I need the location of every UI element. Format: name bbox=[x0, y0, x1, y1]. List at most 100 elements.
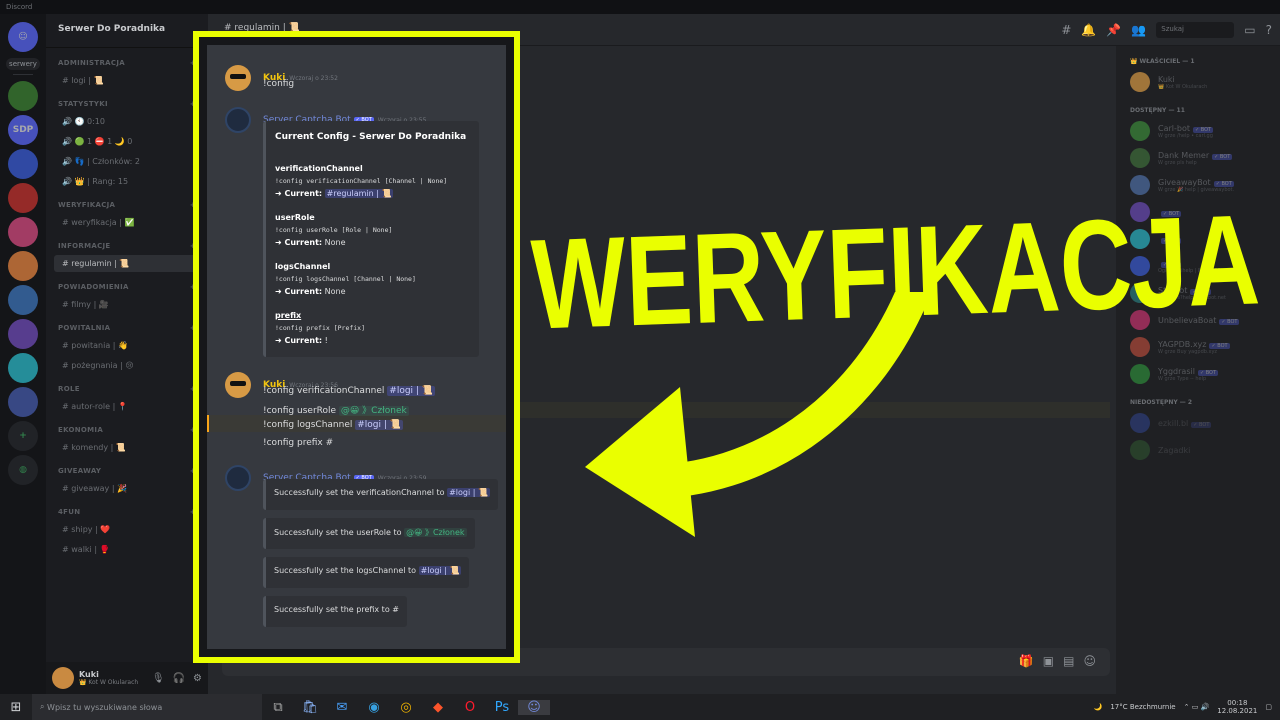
server-icon[interactable] bbox=[8, 183, 38, 213]
current-value: ! bbox=[324, 336, 328, 345]
server-icon[interactable] bbox=[8, 319, 38, 349]
channel-category[interactable]: STATYSTYKI+ bbox=[46, 100, 208, 110]
server-icon[interactable] bbox=[8, 387, 38, 417]
channel-item[interactable]: # komendy | 📜 bbox=[46, 439, 208, 456]
channel-category[interactable]: GIVEAWAY+ bbox=[46, 467, 208, 477]
clock-date[interactable]: 12.08.2021 bbox=[1217, 707, 1257, 715]
discord-taskbar-icon[interactable]: ☺ bbox=[518, 699, 550, 715]
opera-icon[interactable]: O bbox=[454, 700, 486, 715]
channel-item[interactable]: # autor-role | 📍 bbox=[46, 398, 208, 415]
member-category: NIEDOSTĘPNY — 2 bbox=[1130, 399, 1193, 406]
emoji-icon[interactable]: ☺ bbox=[1083, 654, 1096, 668]
member-item[interactable]: Dank Memer ✓ BOT W grze pls help bbox=[1116, 145, 1280, 171]
bell-icon[interactable]: 🔔 bbox=[1081, 23, 1096, 37]
weather-icon: 🌙 bbox=[1093, 703, 1103, 711]
discord-home-icon[interactable]: ☺ bbox=[8, 22, 38, 52]
server-icon[interactable] bbox=[8, 251, 38, 281]
windows-start-icon[interactable]: ⊞ bbox=[0, 700, 32, 715]
channel-item[interactable]: 🔊 👣 | Członków: 2 bbox=[46, 153, 208, 170]
channel-item[interactable]: # filmy | 🎥 bbox=[46, 296, 208, 313]
store-icon[interactable]: 🛍 bbox=[294, 700, 326, 715]
member-name: YAGPDB.xyz bbox=[1158, 339, 1207, 349]
channel-item[interactable]: 🔊 👑 | Rang: 15 bbox=[46, 173, 208, 190]
members-icon[interactable]: 👥 bbox=[1131, 23, 1146, 37]
channel-mention[interactable]: #logi | 📜 bbox=[355, 420, 403, 430]
gift-icon[interactable]: 🎁 bbox=[1019, 654, 1034, 668]
channel-item[interactable]: # weryfikacja | ✅ bbox=[46, 214, 208, 231]
channel-category[interactable]: EKONOMIA+ bbox=[46, 426, 208, 436]
channel-category[interactable]: POWITALNIA+ bbox=[46, 324, 208, 334]
field-command: !config verificationChannel [Channel | N… bbox=[275, 177, 448, 185]
avatar[interactable] bbox=[52, 667, 74, 689]
channel-mention[interactable]: #logi | 📜 bbox=[387, 386, 436, 396]
channel-item[interactable]: # logi | 📜 bbox=[46, 72, 208, 89]
bot-avatar[interactable] bbox=[225, 465, 251, 491]
search-input[interactable]: Szukaj bbox=[1156, 22, 1235, 38]
channel-item[interactable]: # walki | 🥊 bbox=[46, 541, 208, 558]
gear-icon[interactable]: ⚙ bbox=[193, 673, 202, 684]
task-view-icon[interactable]: ⧉ bbox=[262, 700, 294, 715]
channel-category[interactable]: POWIADOMIENIA+ bbox=[46, 283, 208, 293]
channel-item[interactable]: # giveaway | 🎉 bbox=[46, 480, 208, 497]
weather-text[interactable]: 17°C Bezchmurnie bbox=[1110, 703, 1175, 711]
add-server-icon[interactable]: + bbox=[8, 421, 38, 451]
server-name[interactable]: Serwer Do Poradnika bbox=[46, 14, 208, 48]
channel-item[interactable]: 🔊 🕙 0:10 bbox=[46, 113, 208, 130]
channel-category[interactable]: ADMINISTRACJA+ bbox=[46, 59, 208, 69]
channel-mention[interactable]: #logi | 📜 bbox=[447, 488, 490, 497]
brave-icon[interactable]: ◆ bbox=[422, 700, 454, 715]
avatar[interactable] bbox=[225, 65, 251, 91]
explore-icon[interactable]: ◍ bbox=[8, 455, 38, 485]
headphones-icon[interactable]: 🎧 bbox=[173, 673, 185, 684]
help-icon[interactable]: ? bbox=[1266, 23, 1272, 37]
channel-item[interactable]: 🔊 🟢 1 ⛔ 1 🌙 0 bbox=[46, 133, 208, 150]
member-name: Dank Memer bbox=[1158, 150, 1210, 160]
role-mention[interactable]: @😀 》Członek bbox=[338, 406, 409, 416]
avatar bbox=[1130, 440, 1150, 460]
channel-category[interactable]: INFORMACJE+ bbox=[46, 242, 208, 252]
category-name: GIVEAWAY bbox=[58, 467, 102, 475]
clock-time[interactable]: 00:18 bbox=[1217, 699, 1257, 707]
member-item[interactable]: Zagadki bbox=[1116, 437, 1280, 463]
server-icon[interactable] bbox=[8, 285, 38, 315]
current-value: None bbox=[324, 238, 346, 247]
edge-icon[interactable]: ◉ bbox=[358, 700, 390, 715]
gif-icon[interactable]: ▣ bbox=[1043, 654, 1054, 668]
sticker-icon[interactable]: ▤ bbox=[1063, 654, 1074, 668]
member-item[interactable]: Yggdrasil ✓ BOT W grze Type -- help bbox=[1116, 361, 1280, 387]
server-icon[interactable] bbox=[8, 353, 38, 383]
channel-category[interactable]: ROLE+ bbox=[46, 385, 208, 395]
member-item[interactable]: Carl-bot ✓ BOT W grze /help • carl.gg bbox=[1116, 118, 1280, 144]
channel-item[interactable]: # powitania | 👋 bbox=[46, 337, 208, 354]
server-icon-sdp[interactable]: SDP bbox=[8, 115, 38, 145]
field-name: logsChannel bbox=[275, 262, 331, 271]
channel-category[interactable]: 4FUN+ bbox=[46, 508, 208, 518]
channel-item[interactable]: # regulamin | 📜 bbox=[54, 255, 200, 272]
role-mention[interactable]: @😀 》Członek bbox=[404, 528, 467, 537]
microphone-icon[interactable]: 🎙 bbox=[152, 673, 165, 684]
taskbar-search[interactable]: ⌕ Wpisz tu wyszukiwane słowa bbox=[32, 694, 262, 720]
chrome-icon[interactable]: ◎ bbox=[390, 700, 422, 715]
server-icon[interactable] bbox=[8, 217, 38, 247]
inbox-icon[interactable]: ▭ bbox=[1244, 23, 1255, 37]
server-icon[interactable] bbox=[8, 81, 38, 111]
member-item[interactable]: ezkill.bl ✓ BOT bbox=[1116, 410, 1280, 436]
mail-icon[interactable]: ✉ bbox=[326, 700, 358, 715]
avatar[interactable] bbox=[225, 372, 251, 398]
channel-item[interactable]: # pożegnania | 😢 bbox=[46, 357, 208, 374]
tray-icons[interactable]: ⌃ ▭ 🔊 bbox=[1184, 703, 1210, 711]
channel-mention[interactable]: #logi | 📜 bbox=[418, 566, 462, 575]
channel-category[interactable]: WERYFIKACJA+ bbox=[46, 201, 208, 211]
notifications-icon[interactable]: ▢ bbox=[1265, 703, 1272, 711]
channel-mention[interactable]: #regulamin | 📜 bbox=[324, 189, 394, 198]
pin-icon[interactable]: 📌 bbox=[1106, 23, 1121, 37]
member-item[interactable]: Kuki 👑 Kot W Okularach bbox=[1116, 69, 1280, 95]
photoshop-icon[interactable]: Ps bbox=[486, 700, 518, 715]
member-name: Kuki bbox=[1158, 74, 1175, 84]
server-icon[interactable] bbox=[8, 149, 38, 179]
user-panel: Kuki 👑 Kot W Okularach 🎙 🎧 ⚙ bbox=[46, 662, 208, 694]
bot-avatar[interactable] bbox=[225, 107, 251, 133]
channel-item[interactable]: # shipy | ❤️ bbox=[46, 521, 208, 538]
threads-icon[interactable]: # bbox=[1061, 23, 1071, 37]
field-command: !config userRole [Role | None] bbox=[275, 226, 393, 234]
